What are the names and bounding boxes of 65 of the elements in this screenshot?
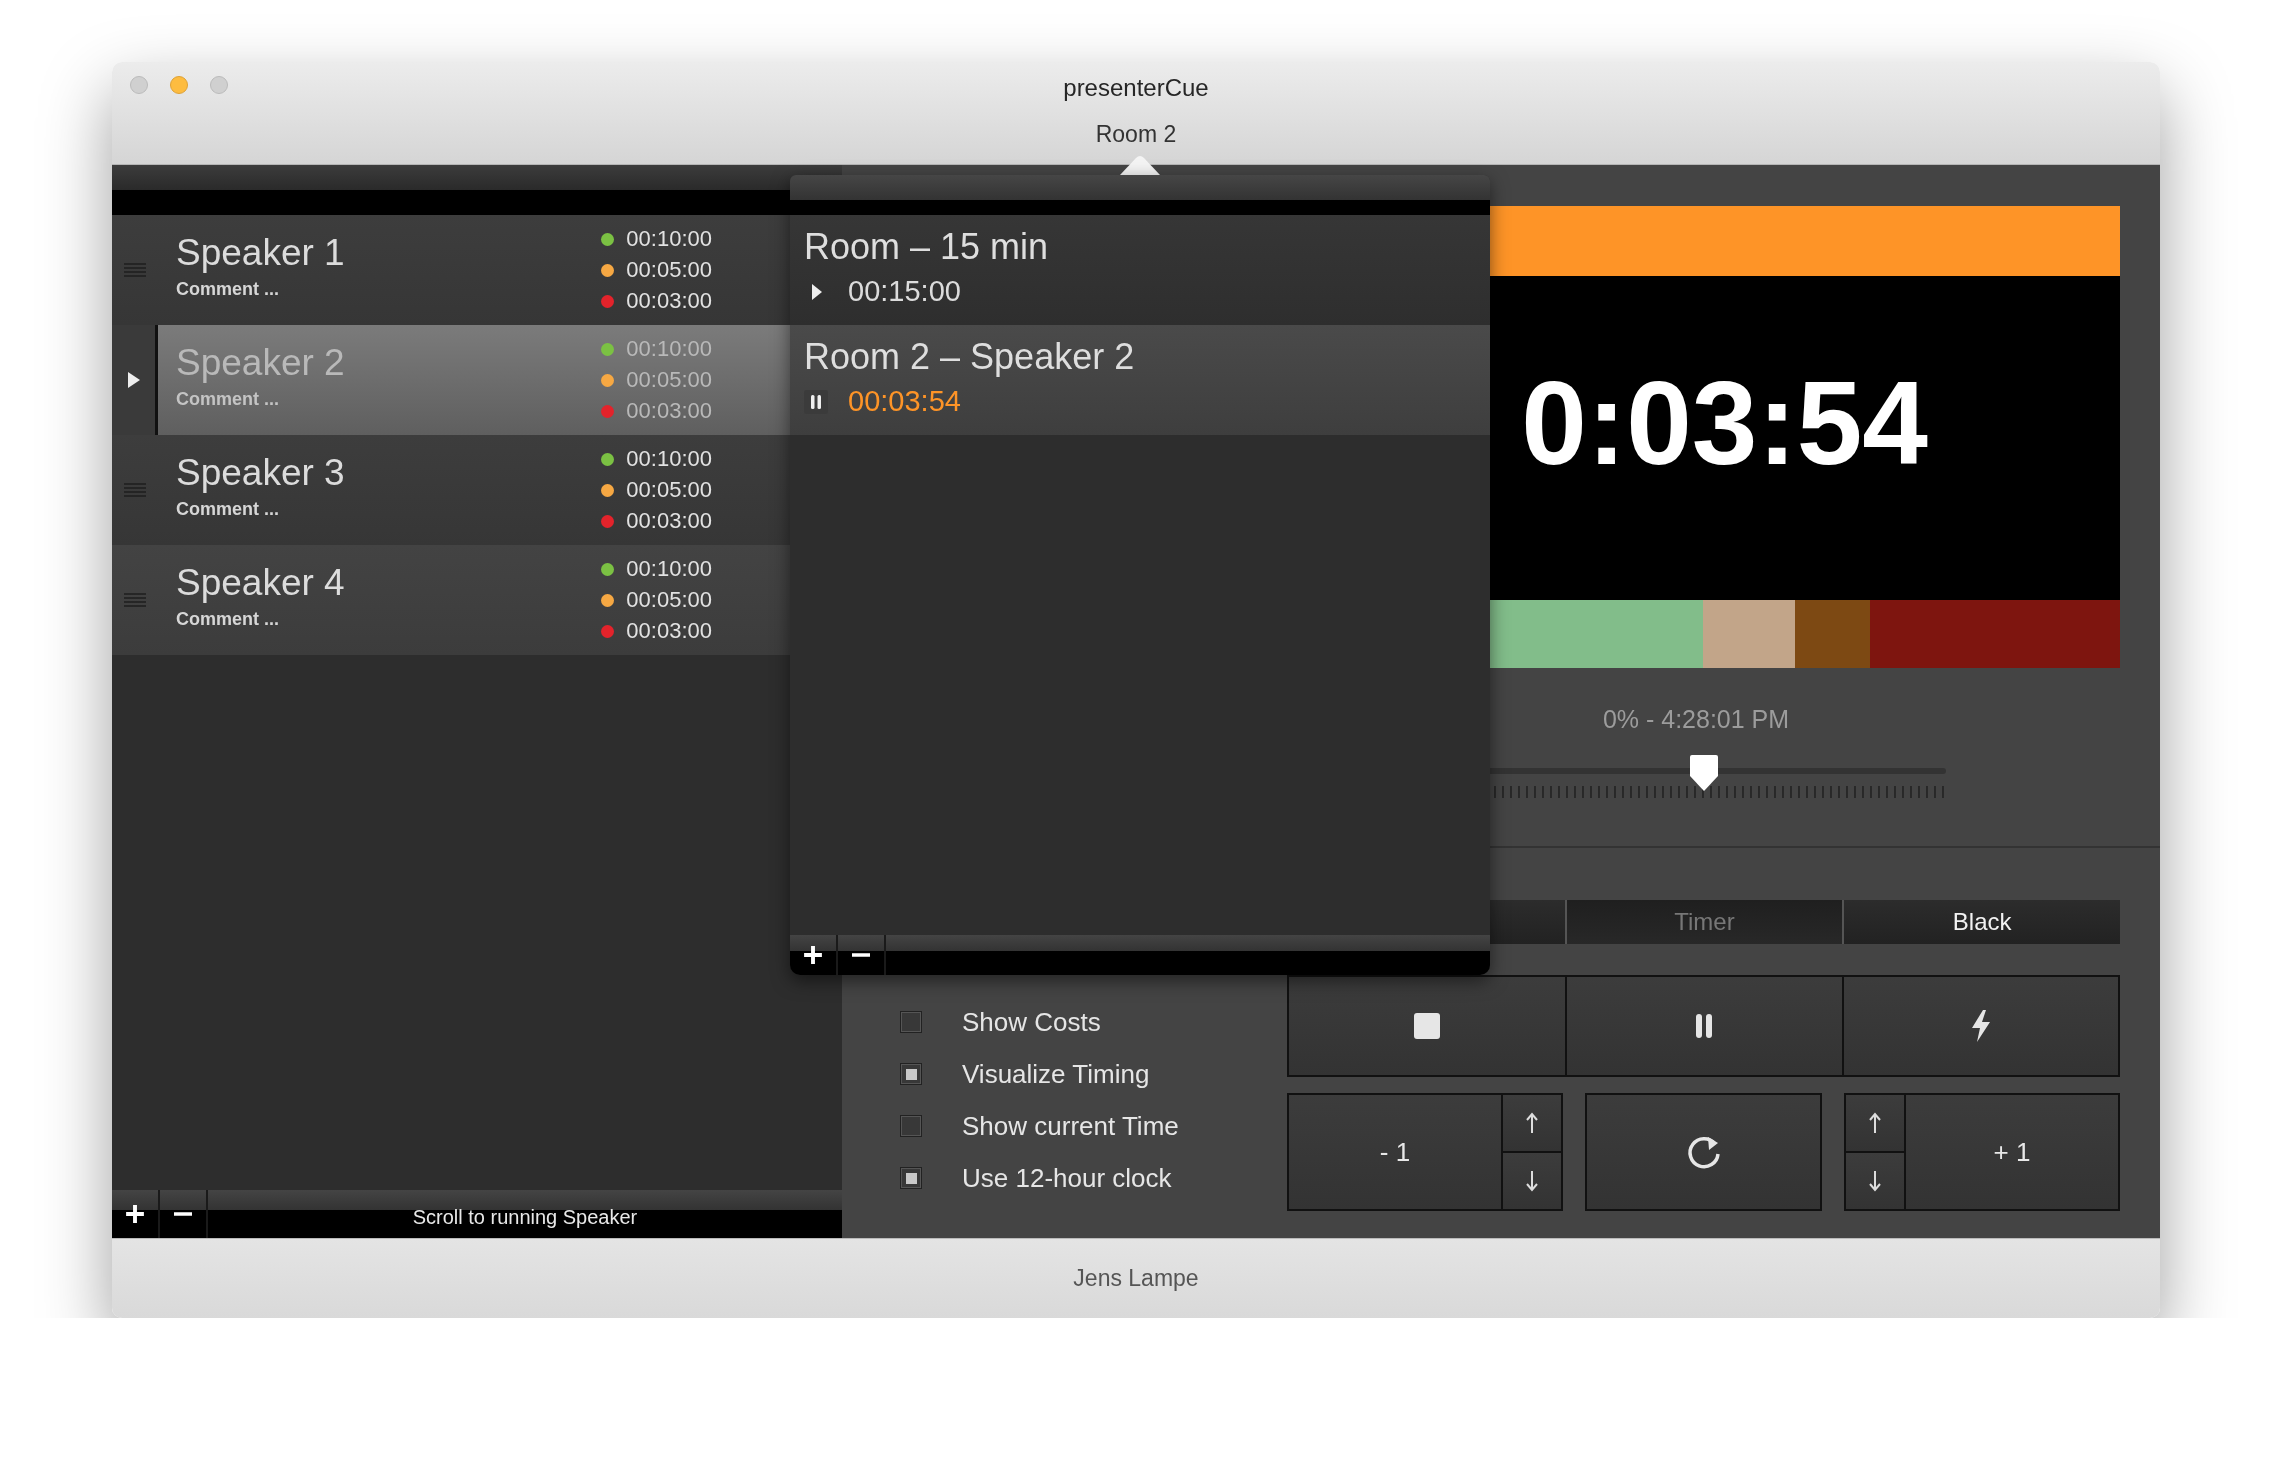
down-arrow-icon bbox=[1868, 1170, 1882, 1192]
speaker-row[interactable]: Speaker 1 Comment ... 00:10:00 00:05:00 00:03:00 bbox=[112, 215, 790, 325]
mode-tab[interactable]: Black bbox=[1842, 900, 2120, 944]
room-time: 00:03:54 bbox=[848, 385, 961, 418]
room-row[interactable]: Room – 15 min 00:15:00 bbox=[790, 215, 1490, 325]
up-button[interactable] bbox=[1846, 1095, 1904, 1151]
minus-icon bbox=[851, 953, 871, 957]
minus-icon bbox=[173, 1212, 193, 1216]
popover-arrow bbox=[1120, 155, 1160, 175]
speaker-row[interactable]: Speaker 4 Comment ... 00:10:00 00:05:00 00:03:00 bbox=[112, 545, 790, 655]
time-value: 00:03:00 bbox=[626, 618, 712, 644]
speaker-name: Speaker 4 bbox=[176, 561, 346, 605]
down-button[interactable] bbox=[1846, 1151, 1904, 1209]
time-value: 00:05:00 bbox=[626, 367, 712, 393]
minus-one-button[interactable]: - 1 bbox=[1289, 1095, 1501, 1209]
stop-button[interactable] bbox=[1289, 977, 1566, 1075]
up-button[interactable] bbox=[1503, 1095, 1561, 1151]
time-value: 00:05:00 bbox=[626, 257, 712, 283]
option-label: Show current Time bbox=[962, 1110, 1179, 1142]
room-time: 00:15:00 bbox=[848, 275, 961, 308]
time-value: 00:10:00 bbox=[626, 336, 712, 362]
option-label: Show Costs bbox=[962, 1006, 1101, 1038]
time-value: 00:03:00 bbox=[626, 398, 712, 424]
lightning-icon bbox=[1969, 1009, 1992, 1043]
time-value: 00:03:00 bbox=[626, 508, 712, 534]
checkbox[interactable] bbox=[900, 1063, 922, 1085]
slider-thumb[interactable] bbox=[1689, 754, 1719, 792]
down-arrow-icon bbox=[1525, 1170, 1539, 1192]
speaker-comment: Comment ... bbox=[176, 279, 280, 300]
room-title: Room 2 – Speaker 2 bbox=[804, 335, 1136, 379]
option-label: Use 12-hour clock bbox=[962, 1162, 1172, 1194]
speaker-comment: Comment ... bbox=[176, 499, 280, 520]
pause-icon[interactable] bbox=[804, 389, 828, 414]
speaker-comment: Comment ... bbox=[176, 389, 280, 410]
time-value: 00:05:00 bbox=[626, 587, 712, 613]
speaker-name: Speaker 2 bbox=[176, 341, 346, 385]
drag-handle-icon bbox=[124, 593, 146, 607]
option-label: Visualize Timing bbox=[962, 1058, 1150, 1090]
speaker-row[interactable]: Speaker 3 Comment ... 00:10:00 00:05:00 00:03:00 bbox=[112, 435, 790, 545]
checkbox[interactable] bbox=[900, 1115, 922, 1137]
time-value: 00:10:00 bbox=[626, 226, 712, 252]
plus-one-button[interactable]: + 1 bbox=[1906, 1095, 2118, 1209]
checkbox[interactable] bbox=[900, 1167, 922, 1189]
preview-timer: 0:03:54 bbox=[1521, 364, 1928, 482]
stop-icon bbox=[1413, 1012, 1442, 1040]
checkbox[interactable] bbox=[900, 1011, 922, 1033]
room-selector[interactable]: Room 2 bbox=[1095, 120, 1177, 148]
time-value: 00:03:00 bbox=[626, 288, 712, 314]
window-title: presenterCue bbox=[1063, 74, 1209, 102]
time-value: 00:10:00 bbox=[626, 556, 712, 582]
speaker-name: Speaker 1 bbox=[176, 231, 346, 275]
room-row[interactable]: Room 2 – Speaker 2 00:03:54 bbox=[790, 325, 1490, 435]
time-value: 00:10:00 bbox=[626, 446, 712, 472]
room-title: Room – 15 min bbox=[804, 225, 1050, 269]
progress-label: 0% - 4:28:01 PM bbox=[1602, 704, 1790, 734]
play-icon bbox=[126, 371, 141, 389]
speaker-comment: Comment ... bbox=[176, 609, 280, 630]
time-value: 00:05:00 bbox=[626, 477, 712, 503]
up-arrow-icon bbox=[1525, 1112, 1539, 1134]
speaker-name: Speaker 3 bbox=[176, 451, 346, 495]
down-button[interactable] bbox=[1503, 1151, 1561, 1209]
up-arrow-icon bbox=[1868, 1112, 1882, 1134]
plus-icon bbox=[125, 1204, 145, 1224]
plus-icon bbox=[803, 945, 823, 965]
author-label: Jens Lampe bbox=[1073, 1265, 1199, 1292]
